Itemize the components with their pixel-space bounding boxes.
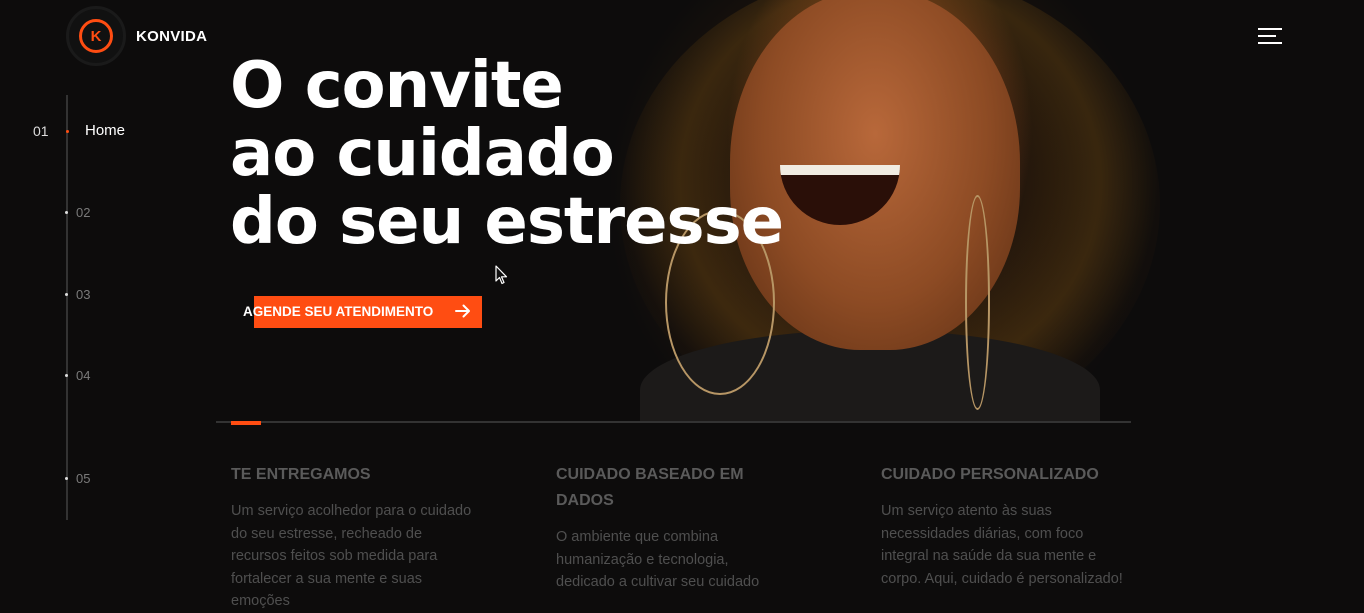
section-divider-accent: [231, 421, 261, 425]
feature-title: TE ENTREGAMOS: [231, 466, 371, 483]
feature-title: CUIDADO BASEADO EM DADOS: [556, 466, 744, 509]
side-nav-dot: [65, 211, 68, 214]
side-nav-dot: [65, 293, 68, 296]
hero-headline: O convite ao cuidado do seu estresse: [230, 49, 784, 259]
side-nav-dot: [65, 477, 68, 480]
feature-title: CUIDADO PERSONALIZADO: [881, 466, 1099, 483]
feature-text: Um serviço acolhedor para o cuidado do s…: [231, 503, 472, 609]
hero-headline-line-3: do seu estresse: [230, 185, 784, 259]
hero-photo-earring-right: [965, 195, 990, 410]
hamburger-menu-icon[interactable]: [1258, 28, 1282, 45]
schedule-appointment-label[interactable]: AGENDE SEU ATENDIMENTO: [243, 304, 433, 319]
side-nav-track: [66, 95, 68, 520]
logo-mark: K: [79, 19, 113, 53]
side-nav-item-home[interactable]: Home: [85, 122, 125, 139]
side-nav-dot: [65, 374, 68, 377]
feature-text: Um serviço atento às suas necessidades d…: [881, 503, 1123, 587]
mouse-cursor-icon: [495, 265, 508, 285]
hero-headline-line-1: O convite: [230, 49, 564, 123]
brand-name[interactable]: KONVIDA: [136, 28, 207, 45]
logo[interactable]: K: [66, 6, 126, 66]
side-nav-item-02[interactable]: 02: [76, 205, 90, 220]
side-nav-active-dot: [66, 130, 69, 133]
feature-card: CUIDADO BASEADO EM DADOS O ambiente que …: [556, 462, 786, 594]
side-nav-item-04[interactable]: 04: [76, 368, 90, 383]
feature-text: O ambiente que combina humanização e tec…: [556, 529, 760, 590]
feature-card: CUIDADO PERSONALIZADO Um serviço atento …: [881, 462, 1131, 590]
arrow-right-icon[interactable]: [455, 304, 471, 318]
side-nav-item-03[interactable]: 03: [76, 287, 90, 302]
side-nav-item-05[interactable]: 05: [76, 471, 90, 486]
side-nav-active-number[interactable]: 01: [33, 123, 49, 139]
hero-headline-line-2: ao cuidado: [230, 117, 615, 191]
feature-card: TE ENTREGAMOS Um serviço acolhedor para …: [231, 462, 481, 613]
section-divider: [216, 421, 1131, 423]
